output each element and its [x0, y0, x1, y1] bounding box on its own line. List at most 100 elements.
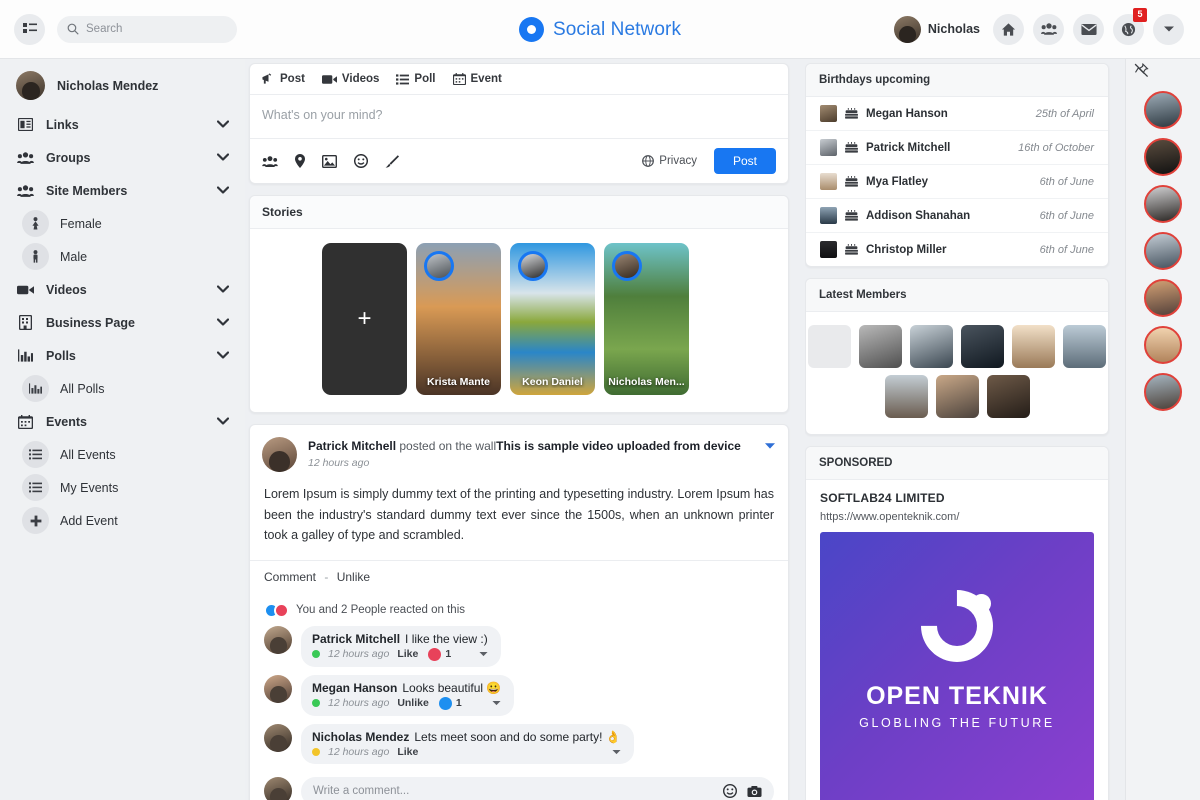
sidebar-item-site-members[interactable]: Site Members: [0, 174, 245, 207]
comment-input-wrapper[interactable]: [301, 777, 774, 800]
search-box[interactable]: [57, 16, 237, 43]
comment-link[interactable]: Comment: [264, 570, 316, 584]
member-avatar[interactable]: [987, 375, 1030, 418]
comment-input[interactable]: [313, 785, 713, 797]
chevron-down-icon[interactable]: [217, 284, 229, 296]
contact-avatar[interactable]: [1144, 326, 1182, 364]
sidebar-item-videos[interactable]: Videos: [0, 273, 245, 306]
birthday-name: Christop Miller: [866, 244, 947, 256]
current-user-chip[interactable]: Nicholas: [894, 16, 980, 43]
comment-unlike-link[interactable]: Unlike: [397, 697, 429, 709]
cake-icon: [845, 244, 858, 255]
story-item[interactable]: Keon Daniel: [510, 243, 595, 395]
sidebar-item-add-event[interactable]: Add Event: [0, 504, 245, 537]
story-item[interactable]: Nicholas Men...: [604, 243, 689, 395]
chevron-down-icon[interactable]: [217, 119, 229, 131]
search-input[interactable]: [86, 23, 216, 35]
home-button[interactable]: [993, 14, 1024, 45]
grid-icon: [23, 22, 37, 36]
post-options-button[interactable]: [764, 437, 776, 453]
sidebar-item-my-events[interactable]: My Events: [0, 471, 245, 504]
comment-author[interactable]: Nicholas Mendez: [312, 730, 409, 744]
grid-menu-button[interactable]: [14, 14, 45, 45]
comment-options-button[interactable]: [602, 747, 621, 757]
comment-author[interactable]: Megan Hanson: [312, 681, 397, 695]
chevron-down-icon[interactable]: [217, 317, 229, 329]
contact-avatar[interactable]: [1144, 185, 1182, 223]
sidebar-item-female[interactable]: Female: [0, 207, 245, 240]
comment-options-button[interactable]: [482, 698, 501, 708]
sidebar-item-male[interactable]: Male: [0, 240, 245, 273]
member-avatar[interactable]: [961, 325, 1004, 368]
contact-avatar[interactable]: [1144, 373, 1182, 411]
member-avatar[interactable]: [808, 325, 851, 368]
camera-icon[interactable]: [747, 785, 762, 798]
app-title: Social Network: [553, 19, 681, 41]
emoji-icon[interactable]: [723, 784, 737, 798]
messages-icon: [1081, 23, 1097, 36]
sidebar-item-polls[interactable]: Polls: [0, 339, 245, 372]
tab-poll[interactable]: Poll: [396, 73, 435, 85]
sidebar-item-all-polls[interactable]: All Polls: [0, 372, 245, 405]
birthday-row[interactable]: Patrick Mitchell 16th of October: [806, 131, 1108, 165]
member-avatar[interactable]: [936, 375, 979, 418]
post-author[interactable]: Patrick Mitchell: [308, 439, 396, 453]
account-menu-button[interactable]: [1153, 14, 1184, 45]
member-avatar[interactable]: [910, 325, 953, 368]
member-avatar[interactable]: [885, 375, 928, 418]
unlike-link[interactable]: Unlike: [337, 570, 370, 584]
sidebar-profile[interactable]: Nicholas Mendez: [0, 63, 245, 108]
chevron-down-icon[interactable]: [217, 416, 229, 428]
comment-options-button[interactable]: [469, 649, 488, 659]
photo-icon[interactable]: [322, 155, 337, 168]
app-logo-icon: [519, 17, 544, 42]
sidebar-item-business-page[interactable]: Business Page: [0, 306, 245, 339]
friends-button[interactable]: [1033, 14, 1064, 45]
sidebar-item-events[interactable]: Events: [0, 405, 245, 438]
contact-avatar[interactable]: [1144, 138, 1182, 176]
story-name: Nicholas Men...: [604, 376, 689, 388]
tag-friends-icon[interactable]: [262, 155, 278, 168]
tab-event[interactable]: Event: [453, 73, 502, 85]
sidebar-item-links[interactable]: Links: [0, 108, 245, 141]
comment-reactions[interactable]: 1: [439, 697, 462, 710]
sidebar-item-label: Business Page: [46, 316, 135, 330]
contact-avatar[interactable]: [1144, 279, 1182, 317]
notifications-button[interactable]: 5: [1113, 14, 1144, 45]
post-button[interactable]: Post: [714, 148, 776, 174]
contact-avatar[interactable]: [1144, 91, 1182, 129]
sidebar-item-groups[interactable]: Groups: [0, 141, 245, 174]
location-icon[interactable]: [295, 154, 305, 168]
pin-off-icon[interactable]: [1134, 63, 1149, 83]
comment-like-link[interactable]: Like: [397, 746, 418, 758]
emoji-icon[interactable]: [354, 154, 368, 168]
tab-videos[interactable]: Videos: [322, 73, 380, 85]
sidebar-item-all-events[interactable]: All Events: [0, 438, 245, 471]
comment-time: 12 hours ago: [328, 697, 389, 709]
sponsored-banner[interactable]: OPEN TEKNIK GLOBLING THE FUTURE: [820, 532, 1094, 800]
story-item[interactable]: Krista Mante: [416, 243, 501, 395]
member-avatar[interactable]: [1063, 325, 1106, 368]
chevron-down-icon[interactable]: [217, 152, 229, 164]
comment-author[interactable]: Patrick Mitchell: [312, 632, 400, 646]
chevron-down-icon[interactable]: [217, 350, 229, 362]
birthday-row[interactable]: Christop Miller 6th of June: [806, 233, 1108, 266]
sidebar-item-label: Events: [46, 415, 87, 429]
privacy-selector[interactable]: Privacy: [642, 155, 697, 167]
add-story-button[interactable]: +: [322, 243, 407, 395]
top-navigation-bar: Social Network Nicholas: [0, 0, 1200, 59]
messages-button[interactable]: [1073, 14, 1104, 45]
member-avatar[interactable]: [859, 325, 902, 368]
chevron-down-icon[interactable]: [217, 185, 229, 197]
comment-like-link[interactable]: Like: [397, 648, 418, 660]
contact-avatar[interactable]: [1144, 232, 1182, 270]
tab-post[interactable]: Post: [262, 73, 305, 85]
birthday-row[interactable]: Mya Flatley 6th of June: [806, 165, 1108, 199]
sponsored-url[interactable]: https://www.openteknik.com/: [820, 511, 1094, 523]
color-brush-icon[interactable]: [385, 154, 399, 168]
composer-text-area[interactable]: What's on your mind?: [250, 95, 788, 138]
comment-reactions[interactable]: 1: [428, 648, 451, 661]
birthday-row[interactable]: Megan Hanson 25th of April: [806, 97, 1108, 131]
member-avatar[interactable]: [1012, 325, 1055, 368]
birthday-row[interactable]: Addison Shanahan 6th of June: [806, 199, 1108, 233]
